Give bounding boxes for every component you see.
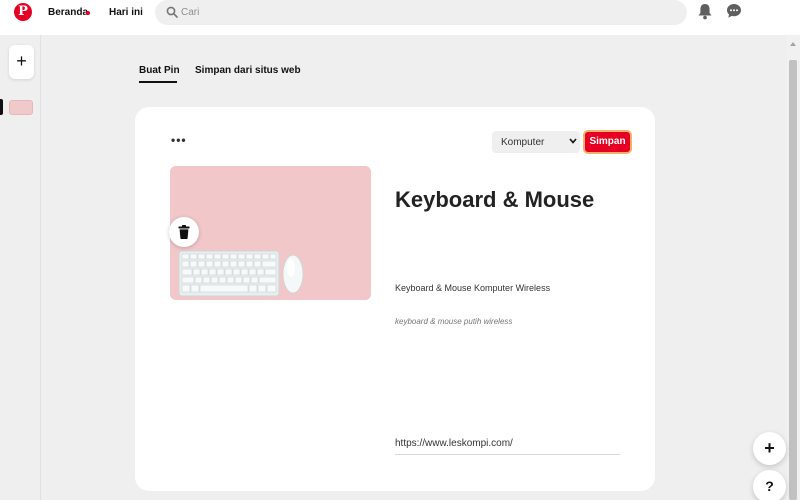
draft-thumbnail[interactable] [9,100,33,115]
pin-alt-text[interactable]: keyboard & mouse putih wireless [395,317,512,326]
active-tab-underline [139,81,177,83]
chat-icon[interactable] [726,3,742,19]
pin-title[interactable]: Keyboard & Mouse [395,187,594,213]
pin-image [170,166,371,300]
scroll-thumb[interactable] [789,60,797,500]
search-bar[interactable] [155,0,687,25]
search-input[interactable] [181,0,661,25]
tab-simpan-dari-situs-web[interactable]: Simpan dari situs web [195,65,301,76]
floating-add-button[interactable]: + [753,432,786,465]
scroll-up-arrow-icon[interactable] [790,42,796,46]
tab-buat-pin[interactable]: Buat Pin [139,65,180,76]
pin-destination-link[interactable]: https://www.leskompi.com/ [395,438,620,455]
nav-beranda[interactable]: Beranda [48,7,88,18]
help-button[interactable]: ? [753,470,786,500]
keyboard-mouse-image [170,166,371,300]
bell-icon[interactable] [697,3,713,20]
left-rail: + [0,35,41,500]
search-icon [166,6,178,18]
notification-dot [86,11,90,15]
delete-image-button[interactable] [169,217,199,247]
more-options-button[interactable]: ••• [171,133,187,147]
trash-icon [178,225,190,239]
active-draft-indicator [0,99,3,115]
create-draft-button[interactable]: + [9,45,34,79]
top-header: P Beranda Hari ini [0,0,800,35]
board-select-value: Komputer [501,137,545,148]
page-scrollbar[interactable] [787,35,800,500]
save-button[interactable]: Simpan [583,130,632,154]
board-select-dropdown[interactable]: Komputer [492,131,580,153]
pinterest-logo-icon[interactable]: P [14,3,32,21]
pin-builder-card: ••• Komputer Simpan Keyboard & Mouse Key… [135,107,655,491]
nav-hari-ini[interactable]: Hari ini [109,7,143,18]
pin-description[interactable]: Keyboard & Mouse Komputer Wireless [395,283,550,293]
chevron-down-icon [569,138,577,144]
